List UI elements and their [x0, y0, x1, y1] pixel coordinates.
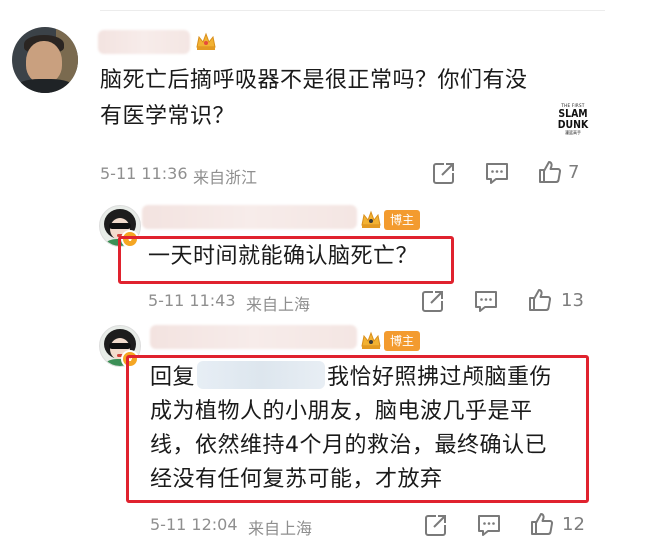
reply1-text: 一天时间就能确认脑死亡？: [148, 244, 419, 269]
reply1-location: 来自上海: [246, 295, 311, 314]
mention-redacted[interactable]: [197, 361, 326, 389]
like-icon[interactable]: [537, 159, 563, 185]
reply2-name-redacted[interactable]: [150, 325, 357, 349]
comment-location: 来自浙江: [193, 168, 258, 187]
like-icon[interactable]: [527, 287, 553, 313]
commenter-avatar[interactable]: [12, 27, 78, 93]
like-icon[interactable]: [529, 511, 555, 537]
comment-text-line1: 脑死亡后摘呼吸器不是很正常吗？你们有没: [100, 68, 528, 93]
reply-prefix: 回复: [150, 365, 196, 390]
reply1-timestamp: 5-11 11:43: [148, 291, 236, 310]
comment-icon[interactable]: [476, 512, 502, 538]
reply2-timestamp: 5-11 12:04: [150, 515, 238, 534]
reply2-text-line3: 线，依然维持4个月的救治，最终确认已: [150, 433, 547, 458]
reply1-like-count: 13: [561, 290, 584, 311]
reply2-text-line4: 经没有任何复苏可能，才放弃: [150, 467, 443, 492]
crown-icon: [196, 32, 216, 50]
commenter-name-redacted[interactable]: [98, 30, 190, 54]
share-icon[interactable]: [423, 512, 449, 538]
reply2-text-line1: 回复 我恰好照拂过颅脑重伤: [150, 359, 552, 397]
reply2-text-line2: 成为植物人的小朋友，脑电波几乎是平: [150, 399, 533, 424]
slam-dunk-badge: THE FIRST SLAM DUNK 灌篮高手: [557, 103, 589, 135]
comment-icon[interactable]: [484, 160, 510, 186]
comment-like-count: 7: [568, 162, 580, 183]
comment-icon[interactable]: [473, 288, 499, 314]
share-icon[interactable]: [420, 288, 446, 314]
reply1-name-redacted[interactable]: [142, 205, 357, 229]
blogger-badge: 博主: [384, 210, 421, 230]
crown-icon: [361, 210, 381, 228]
comment-text-line2: 有医学常识？: [100, 104, 236, 129]
top-divider: [100, 10, 605, 11]
crown-icon: [361, 331, 381, 349]
comment-timestamp: 5-11 11:36: [100, 164, 188, 183]
reply2-line1-rest: 我恰好照拂过颅脑重伤: [327, 365, 553, 390]
blogger-badge: 博主: [384, 331, 421, 351]
reply2-like-count: 12: [562, 514, 585, 535]
share-icon[interactable]: [431, 160, 457, 186]
reply2-location: 来自上海: [248, 519, 313, 538]
